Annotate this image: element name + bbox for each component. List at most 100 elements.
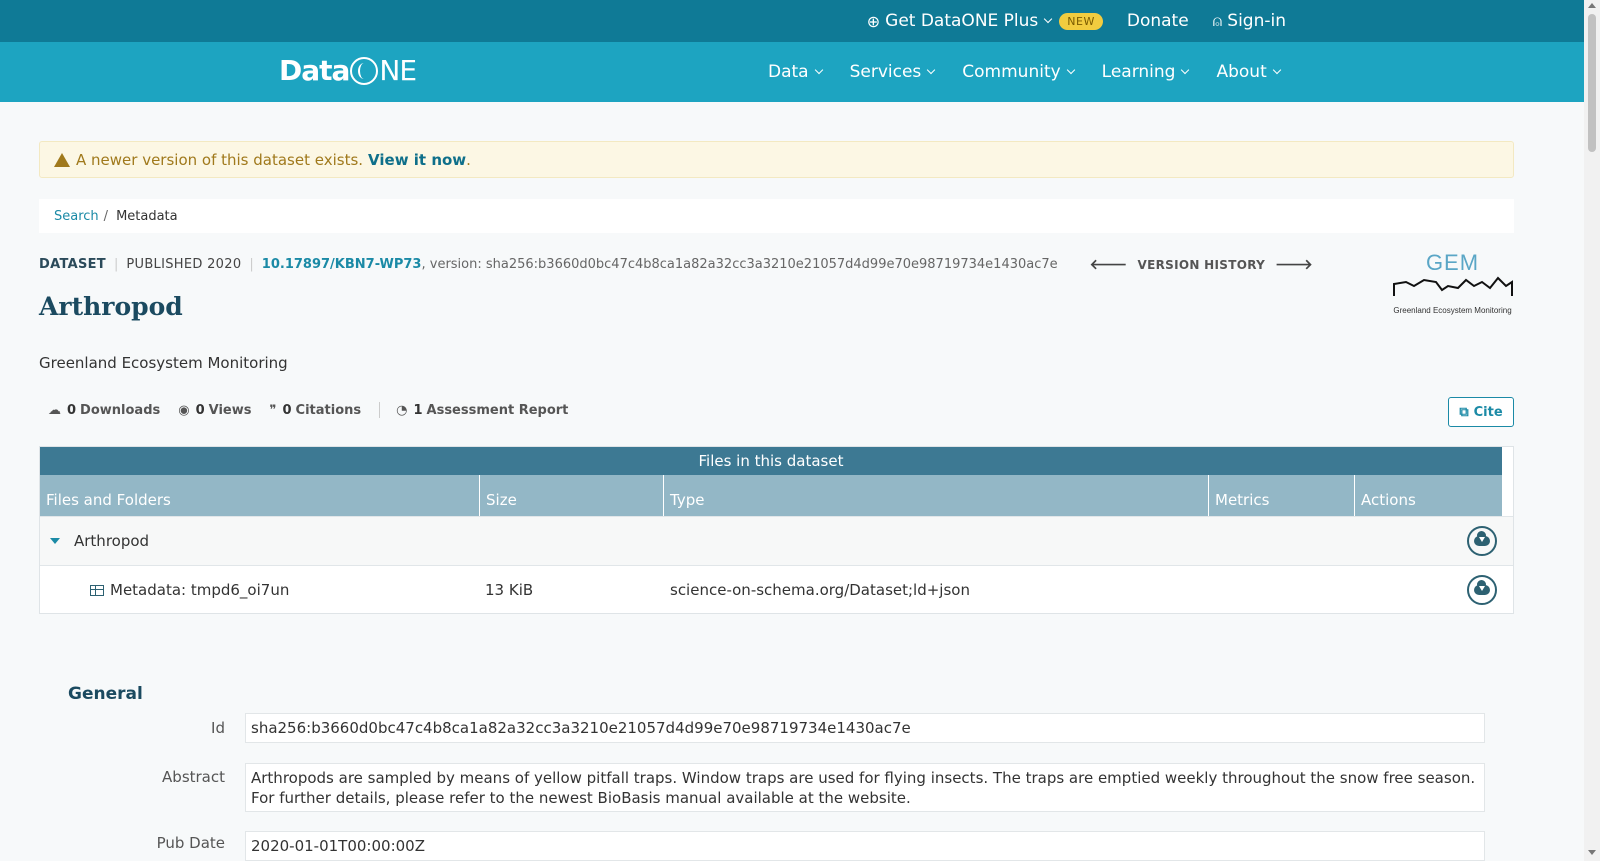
id-value: sha256:b3660d0bc47c4b8ca1a82a32cc3a3210e… <box>245 713 1485 743</box>
download-folder-button[interactable] <box>1467 526 1497 556</box>
arrow-right-icon[interactable]: 🡒 <box>1275 256 1313 273</box>
nav-community[interactable]: Community <box>962 62 1075 82</box>
dashboard-icon: ◔ <box>396 402 408 418</box>
published-label: PUBLISHED 2020 <box>126 257 242 272</box>
files-table-caption: Files in this dataset <box>40 447 1502 475</box>
chevron-down-icon <box>814 65 823 75</box>
files-table-header: Files and Folders Size Type Metrics Acti… <box>40 475 1502 516</box>
file-type: science-on-schema.org/Dataset;ld+json <box>670 581 970 599</box>
col-metrics: Metrics <box>1209 475 1355 516</box>
nav-data-label: Data <box>768 62 809 82</box>
copy-icon: ⧉ <box>1459 404 1469 420</box>
file-name[interactable]: Metadata: tmpd6_oi7un <box>110 581 485 599</box>
dataone-logo[interactable]: Data NE <box>279 54 417 87</box>
nav-learning-label: Learning <box>1101 62 1176 82</box>
chevron-down-icon <box>1066 65 1075 75</box>
nav-about[interactable]: About <box>1216 62 1281 82</box>
doi-link[interactable]: 10.17897/KBN7-WP73 <box>262 257 422 272</box>
nav-learning[interactable]: Learning <box>1101 62 1190 82</box>
pubdate-value: 2020-01-01T00:00:00Z <box>245 831 1485 861</box>
download-file-button[interactable] <box>1467 575 1497 605</box>
alert-text: A newer version of this dataset exists. <box>76 150 364 169</box>
globe-plus-icon: ⊕ <box>866 11 881 31</box>
gem-organization-logo: GEM Greenland Ecosystem Monitoring <box>1390 250 1515 318</box>
quote-icon: ❞ <box>269 402 277 418</box>
chevron-down-icon <box>1181 65 1190 75</box>
donate-label: Donate <box>1126 11 1189 31</box>
get-dataone-plus-label: Get DataONE Plus <box>885 11 1039 31</box>
gem-logo-caption: Greenland Ecosystem Monitoring <box>1393 306 1512 315</box>
divider: | <box>249 257 254 272</box>
abstract-label: Abstract <box>162 768 225 786</box>
sign-in-link[interactable]: ⍝ Sign-in <box>1213 11 1286 31</box>
get-dataone-plus-menu[interactable]: ⊕ Get DataONE Plus NEW <box>867 11 1103 31</box>
col-files-and-folders: Files and Folders <box>40 475 480 516</box>
folder-row[interactable]: Arthropod <box>40 516 1513 565</box>
new-badge: NEW <box>1059 12 1103 30</box>
top-utility-bar: ⊕ Get DataONE Plus NEW Donate ⍝ Sign-in <box>0 0 1584 42</box>
file-size: 13 KiB <box>485 581 534 599</box>
cite-button[interactable]: ⧉ Cite <box>1448 397 1514 427</box>
main-nav: Data NE Data Services Community Learning… <box>0 42 1584 102</box>
page-scrollbar[interactable] <box>1584 0 1600 861</box>
page: ⊕ Get DataONE Plus NEW Donate ⍝ Sign-in … <box>0 0 1584 861</box>
downloads-count: 0 <box>67 402 77 418</box>
user-icon: ⍝ <box>1212 11 1223 30</box>
logo-text-ne: NE <box>379 54 417 87</box>
views-count: 0 <box>195 402 205 418</box>
dataset-meta-line: DATASET | PUBLISHED 2020 | 10.17897/KBN7… <box>39 256 1323 273</box>
dataset-creator: Greenland Ecosystem Monitoring <box>39 354 288 372</box>
scrollbar-thumb[interactable] <box>1588 14 1596 152</box>
newer-version-alert: A newer version of this dataset exists. … <box>39 141 1514 178</box>
cloud-download-icon <box>1474 531 1490 546</box>
version-text: , version: sha256:b3660d0bc47c4b8ca1a82a… <box>421 257 1058 272</box>
abstract-value: Arthropods are sampled by means of yello… <box>245 763 1485 812</box>
views-metric[interactable]: ◉ 0 Views <box>178 403 251 418</box>
globe-icon <box>350 56 379 85</box>
chevron-down-icon <box>927 65 936 75</box>
cloud-download-icon: ☁ <box>48 402 61 418</box>
citations-metric[interactable]: ❞ 0 Citations <box>270 403 362 418</box>
breadcrumb: Search / Metadata <box>39 199 1514 233</box>
dataset-title: Arthropod <box>39 292 183 321</box>
assessment-report-link[interactable]: ◔ 1 Assessment Report <box>396 403 568 418</box>
file-row[interactable]: Metadata: tmpd6_oi7un 13 KiB science-on-… <box>40 565 1513 614</box>
scroll-up-icon[interactable] <box>1588 3 1596 8</box>
breadcrumb-search-link[interactable]: Search <box>54 209 99 224</box>
cite-label: Cite <box>1473 404 1503 420</box>
view-it-now-link[interactable]: View it now <box>368 151 466 169</box>
files-table: Files in this dataset Files and Folders … <box>39 446 1514 614</box>
nav-links: Data Services Community Learning About <box>768 42 1308 102</box>
scroll-down-icon[interactable] <box>1588 850 1596 855</box>
downloads-label: Downloads <box>80 402 161 418</box>
citations-label: Citations <box>295 402 362 418</box>
dataset-type-label: DATASET <box>39 257 106 272</box>
donate-link[interactable]: Donate <box>1127 11 1189 31</box>
sign-in-label: Sign-in <box>1227 11 1286 31</box>
breadcrumb-separator: / <box>103 208 109 224</box>
eye-icon: ◉ <box>178 402 190 418</box>
views-label: Views <box>208 402 252 418</box>
table-icon <box>90 584 104 596</box>
caret-down-icon[interactable] <box>50 538 60 544</box>
col-actions: Actions <box>1361 491 1416 509</box>
col-type: Type <box>664 475 1209 516</box>
nav-services[interactable]: Services <box>850 62 936 82</box>
divider: | <box>113 257 119 272</box>
downloads-metric[interactable]: ☁ 0 Downloads <box>48 403 160 418</box>
divider <box>379 402 381 418</box>
arrow-left-icon[interactable]: 🡐 <box>1090 256 1128 273</box>
nav-data[interactable]: Data <box>768 62 823 82</box>
dataset-metrics: ☁ 0 Downloads ◉ 0 Views ❞ 0 Citations ◔ … <box>48 402 586 418</box>
version-history: 🡐 VERSION HISTORY 🡒 <box>1080 256 1323 273</box>
cloud-download-icon <box>1474 580 1490 595</box>
col-size: Size <box>480 475 664 516</box>
breadcrumb-current: Metadata <box>116 208 178 224</box>
citations-count: 0 <box>282 402 292 418</box>
folder-name: Arthropod <box>74 532 150 550</box>
general-heading: General <box>68 684 143 704</box>
nav-about-label: About <box>1216 62 1267 82</box>
assessment-label: Assessment Report <box>426 402 569 418</box>
id-label: Id <box>211 719 225 737</box>
version-history-label[interactable]: VERSION HISTORY <box>1138 258 1266 272</box>
